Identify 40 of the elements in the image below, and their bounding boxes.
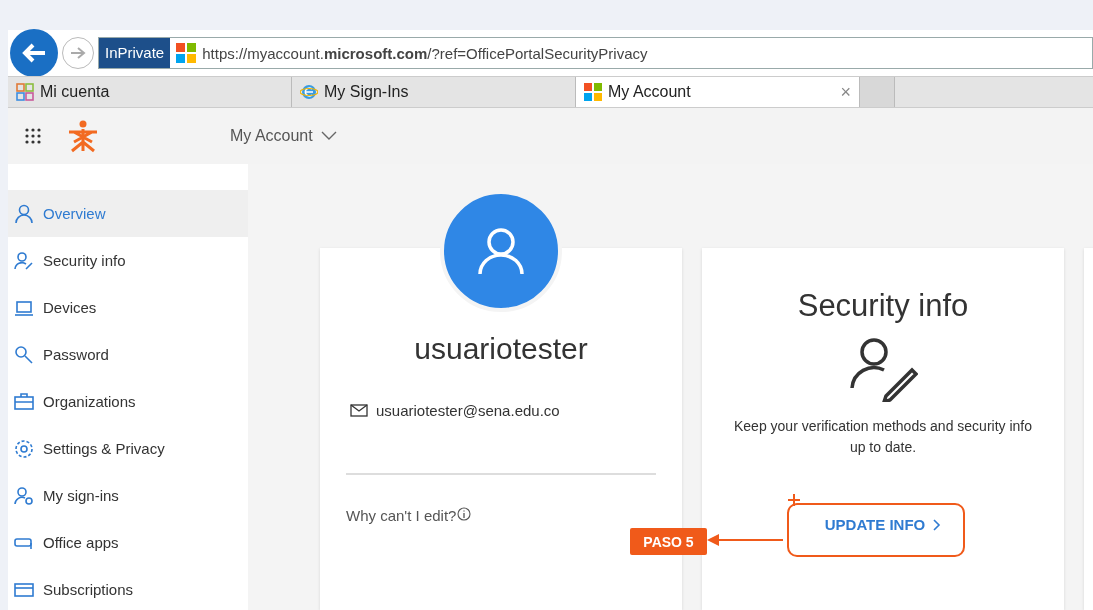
- username: usuariotester: [413, 332, 589, 366]
- sidebar-item[interactable]: Subscriptions: [8, 566, 248, 610]
- sidebar-item[interactable]: Settings & Privacy: [8, 425, 248, 472]
- sidebar-item[interactable]: Office apps: [8, 519, 248, 566]
- figure-logo-icon: [66, 119, 100, 153]
- app-launcher-icon[interactable]: [24, 127, 42, 145]
- chevron-down-icon[interactable]: [320, 131, 337, 141]
- plus-icon: [787, 493, 801, 507]
- envelope-icon: [350, 404, 368, 417]
- step-label: PASO 5: [630, 528, 707, 555]
- sidebar-item[interactable]: Organizations: [8, 378, 248, 425]
- private-badge: InPrivate: [99, 38, 171, 68]
- globe-e-icon: [300, 83, 318, 101]
- arrow-left-icon: [21, 42, 47, 64]
- sidebar-item[interactable]: Overview: [8, 190, 248, 237]
- apps-grid-icon: [16, 83, 34, 101]
- sidebar-item[interactable]: My sign-ins: [8, 472, 248, 519]
- url-text: https://myaccount.microsoft.com/?ref=OfficePortalSecurityPrivacy: [202, 44, 648, 62]
- person-pen-icon: [848, 336, 918, 402]
- four-squares-logo-icon: [176, 43, 197, 63]
- sidebar-item[interactable]: Devices: [8, 284, 248, 331]
- arrow-right-icon: [69, 46, 87, 60]
- sidebar-item[interactable]: Password: [8, 331, 248, 378]
- browser-tab[interactable]: My Account ×: [576, 77, 860, 107]
- person-pen-icon: [14, 250, 34, 271]
- address-field[interactable]: InPrivate https://myaccount.microsoft.com/?ref=OfficePortalSecurityPrivacy: [98, 37, 1093, 69]
- gear-icon: [14, 438, 34, 459]
- email-text: usuariotester@sena.edu.co: [376, 402, 560, 419]
- person-icon: [14, 203, 34, 224]
- app-title-menu[interactable]: My Account: [230, 127, 313, 145]
- sidebar-item[interactable]: Security info: [8, 237, 248, 284]
- card-description: Keep your verification methods and security info up to date.: [733, 417, 1033, 457]
- briefcase-icon: [14, 391, 34, 412]
- chevron-right-icon: [933, 518, 942, 531]
- card-title: Security info: [797, 288, 969, 324]
- info-icon[interactable]: [457, 507, 472, 521]
- help-link[interactable]: Why can't I edit?: [346, 507, 457, 524]
- back-button[interactable]: [10, 29, 58, 77]
- four-squares-logo-icon: [584, 83, 602, 101]
- close-tab-button[interactable]: ×: [840, 81, 851, 103]
